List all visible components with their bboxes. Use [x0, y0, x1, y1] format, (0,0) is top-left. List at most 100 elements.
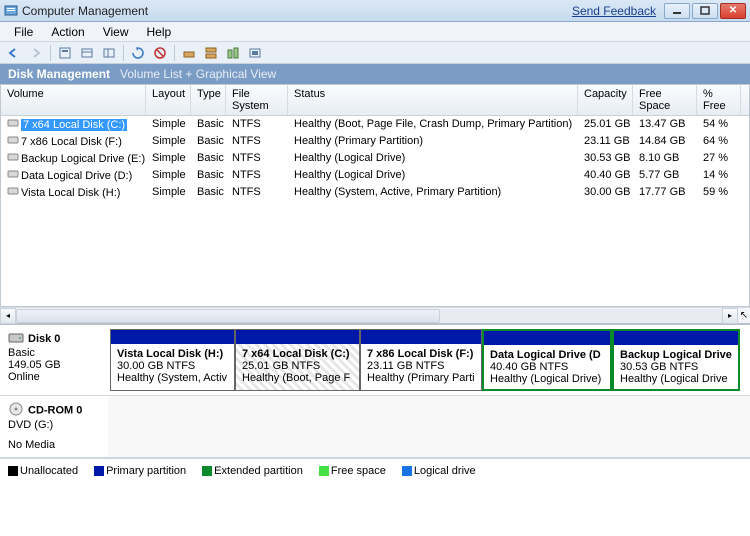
volume-layout: Simple — [146, 185, 191, 200]
volume-type: Basic — [191, 151, 226, 166]
volume-row[interactable]: Backup Logical Drive (E:)SimpleBasicNTFS… — [1, 150, 749, 167]
volume-name: Data Logical Drive (D:) — [21, 170, 132, 182]
cdrom-type: DVD (G:) — [8, 419, 100, 431]
partition-size: 40.40 GB NTFS — [490, 361, 604, 373]
partition-header — [614, 331, 738, 345]
partition-header — [361, 330, 481, 344]
col-capacity[interactable]: Capacity — [578, 85, 633, 115]
cdrom-state: No Media — [8, 439, 100, 451]
refresh-button[interactable] — [128, 44, 148, 62]
volume-fs: NTFS — [226, 117, 288, 132]
partition[interactable]: 7 x64 Local Disk (C:)25.01 GB NTFSHealth… — [235, 329, 360, 391]
volume-status: Healthy (System, Active, Primary Partiti… — [288, 185, 578, 200]
scroll-left-arrow[interactable]: ◂ — [0, 308, 16, 324]
swatch-extended — [202, 466, 212, 476]
swatch-free — [319, 466, 329, 476]
window-title: Computer Management — [22, 4, 148, 18]
disk-icon — [8, 331, 24, 347]
partition[interactable]: Data Logical Drive (D40.40 GB NTFSHealth… — [482, 329, 612, 391]
toolbar-icon-3[interactable] — [99, 44, 119, 62]
legend-free: Free space — [331, 465, 386, 477]
disk-0-type: Basic — [8, 347, 100, 359]
volume-row[interactable]: 7 x64 Local Disk (C:)SimpleBasicNTFSHeal… — [1, 116, 749, 133]
minimize-button[interactable] — [664, 3, 690, 19]
volume-status: Healthy (Logical Drive) — [288, 151, 578, 166]
legend-unallocated: Unallocated — [20, 465, 78, 477]
volume-fs: NTFS — [226, 185, 288, 200]
close-button[interactable]: ✕ — [720, 3, 746, 19]
partition-name: 7 x86 Local Disk (F:) — [367, 348, 475, 360]
partition-status: Healthy (Logical Drive — [620, 373, 732, 385]
horizontal-scrollbar[interactable]: ◂ ▸ ↖ — [0, 307, 750, 323]
disk-0-label[interactable]: Disk 0 Basic 149.05 GB Online — [0, 325, 108, 395]
volume-row[interactable]: Vista Local Disk (H:)SimpleBasicNTFSHeal… — [1, 184, 749, 201]
scroll-right-arrow[interactable]: ▸ — [722, 308, 738, 324]
partition-status: Healthy (Primary Parti — [367, 372, 475, 384]
partition-header — [111, 330, 234, 344]
partition[interactable]: Backup Logical Drive30.53 GB NTFSHealthy… — [612, 329, 740, 391]
volume-name: Vista Local Disk (H:) — [21, 187, 120, 199]
partition-name: Backup Logical Drive — [620, 349, 732, 361]
col-free-space[interactable]: Free Space — [633, 85, 697, 115]
volume-free: 17.77 GB — [633, 185, 697, 200]
toolbar-icon-1[interactable] — [55, 44, 75, 62]
volume-pct: 27 % — [697, 151, 741, 166]
volume-icon — [7, 152, 19, 165]
scroll-track[interactable] — [16, 309, 722, 323]
menu-action[interactable]: Action — [43, 23, 92, 41]
cdrom-label[interactable]: CD-ROM 0 DVD (G:) No Media — [0, 396, 108, 457]
maximize-button[interactable] — [692, 3, 718, 19]
toolbar-icon-5[interactable] — [150, 44, 170, 62]
volume-capacity: 23.11 GB — [578, 134, 633, 149]
toolbar-icon-7[interactable] — [201, 44, 221, 62]
volume-row[interactable]: Data Logical Drive (D:)SimpleBasicNTFSHe… — [1, 167, 749, 184]
volume-icon — [7, 118, 19, 131]
volume-free: 14.84 GB — [633, 134, 697, 149]
partition-size: 25.01 GB NTFS — [242, 360, 353, 372]
volume-name: 7 x64 Local Disk (C:) — [21, 119, 127, 131]
volume-row[interactable]: 7 x86 Local Disk (F:)SimpleBasicNTFSHeal… — [1, 133, 749, 150]
legend-extended: Extended partition — [214, 465, 303, 477]
menu-view[interactable]: View — [95, 23, 137, 41]
back-button[interactable] — [4, 44, 24, 62]
toolbar-icon-8[interactable] — [223, 44, 243, 62]
toolbar — [0, 42, 750, 64]
volume-table: Volume Layout Type File System Status Ca… — [0, 84, 750, 307]
scroll-thumb[interactable] — [16, 309, 440, 323]
disk-0-size: 149.05 GB — [8, 359, 100, 371]
volume-icon — [7, 169, 19, 182]
disk-0-name: Disk 0 — [28, 333, 60, 345]
menu-file[interactable]: File — [6, 23, 41, 41]
col-filesystem[interactable]: File System — [226, 85, 288, 115]
col-volume[interactable]: Volume — [1, 85, 146, 115]
graphical-view: Disk 0 Basic 149.05 GB Online Vista Loca… — [0, 323, 750, 458]
toolbar-icon-9[interactable] — [245, 44, 265, 62]
partition-name: 7 x64 Local Disk (C:) — [242, 348, 353, 360]
volume-layout: Simple — [146, 134, 191, 149]
volume-capacity: 30.00 GB — [578, 185, 633, 200]
partition[interactable]: 7 x86 Local Disk (F:)23.11 GB NTFSHealth… — [360, 329, 482, 391]
volume-fs: NTFS — [226, 134, 288, 149]
volume-pct: 59 % — [697, 185, 741, 200]
menu-help[interactable]: Help — [139, 23, 180, 41]
legend: Unallocated Primary partition Extended p… — [0, 458, 750, 483]
volume-status: Healthy (Primary Partition) — [288, 134, 578, 149]
swatch-primary — [94, 466, 104, 476]
col-pct-free[interactable]: % Free — [697, 85, 741, 115]
volume-free: 8.10 GB — [633, 151, 697, 166]
volume-name: Backup Logical Drive (E:) — [21, 153, 145, 165]
menu-bar: File Action View Help — [0, 22, 750, 42]
send-feedback-link[interactable]: Send Feedback — [572, 4, 656, 18]
cdrom-name: CD-ROM 0 — [28, 404, 82, 416]
col-layout[interactable]: Layout — [146, 85, 191, 115]
forward-button[interactable] — [26, 44, 46, 62]
partition[interactable]: Vista Local Disk (H:)30.00 GB NTFSHealth… — [110, 329, 235, 391]
volume-pct: 14 % — [697, 168, 741, 183]
col-type[interactable]: Type — [191, 85, 226, 115]
volume-pct: 64 % — [697, 134, 741, 149]
toolbar-icon-6[interactable] — [179, 44, 199, 62]
col-status[interactable]: Status — [288, 85, 578, 115]
disk-0-state: Online — [8, 371, 100, 383]
volume-capacity: 30.53 GB — [578, 151, 633, 166]
toolbar-icon-2[interactable] — [77, 44, 97, 62]
